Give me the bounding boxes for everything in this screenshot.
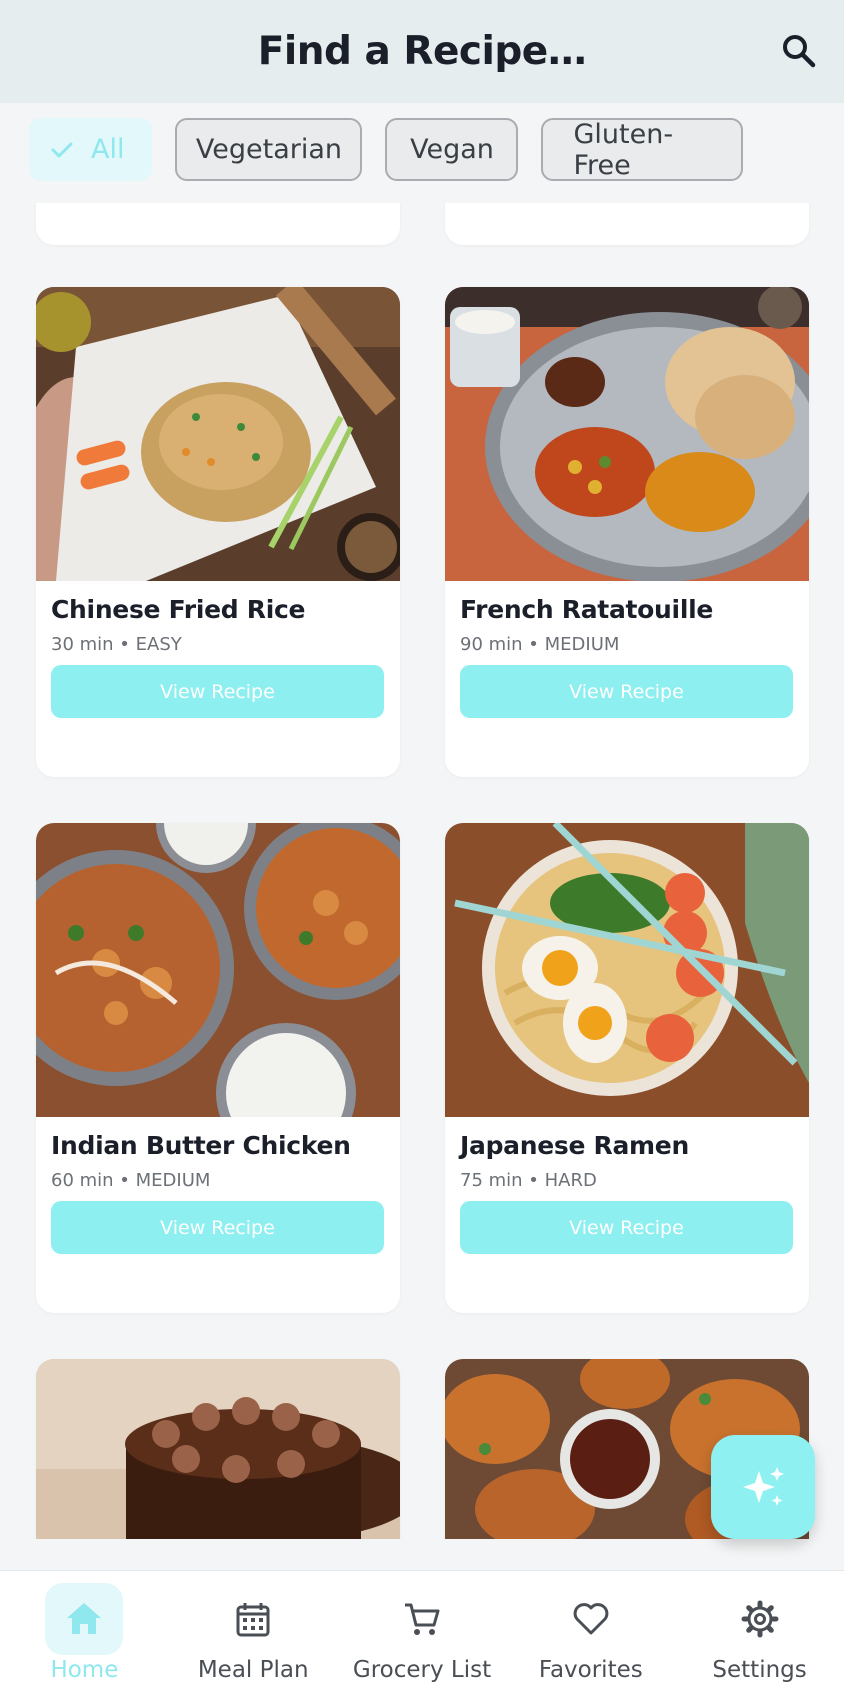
recipe-title: French Ratatouille: [460, 595, 714, 624]
heart-icon: [573, 1603, 609, 1635]
filter-chip-label: Vegan: [410, 134, 494, 165]
sparkles-icon: [743, 1467, 784, 1506]
butter-chicken-image: [36, 823, 400, 1117]
filter-chip-all[interactable]: All: [29, 118, 153, 181]
ai-suggest-button[interactable]: [711, 1435, 815, 1539]
app-header: Find a Recipe…: [0, 0, 844, 103]
filter-chip-label: Vegetarian: [195, 134, 343, 165]
cart-icon: [404, 1603, 440, 1635]
nav-label: Home: [50, 1657, 119, 1683]
filter-chip-label: Gluten-Free: [573, 118, 674, 181]
nav-label: Settings: [712, 1657, 807, 1683]
recipe-card[interactable]: French Ratatouille 90 min • MEDIUM View …: [445, 287, 809, 777]
view-recipe-button[interactable]: View Recipe: [460, 665, 793, 718]
nav-home[interactable]: Home: [0, 1571, 169, 1696]
recipe-meta: 90 min • MEDIUM: [460, 634, 620, 655]
search-button[interactable]: [776, 28, 822, 74]
nav-label: Meal Plan: [197, 1657, 309, 1683]
recipe-card[interactable]: Japanese Ramen 75 min • HARD View Recipe: [445, 823, 809, 1313]
ramen-image: [445, 823, 809, 1117]
nav-label: Favorites: [538, 1657, 643, 1683]
filter-chip-vegetarian[interactable]: Vegetarian: [175, 118, 363, 181]
fried-rice-image: [36, 287, 400, 581]
recipe-card[interactable]: Chinese Fried Rice 30 min • EASY View Re…: [36, 287, 400, 777]
bottom-nav: Home Meal Plan Grocery List Favorites Se…: [0, 1570, 844, 1696]
chocolate-cake-image: [36, 1359, 400, 1539]
recipe-card-partial[interactable]: [445, 203, 809, 245]
nav-grocery-list[interactable]: Grocery List: [338, 1571, 507, 1696]
recipe-title: Chinese Fried Rice: [51, 595, 306, 624]
nav-favorites[interactable]: Favorites: [506, 1571, 675, 1696]
recipe-title: Japanese Ramen: [460, 1131, 689, 1160]
filter-chip-gluten-free[interactable]: Gluten-Free: [541, 118, 744, 181]
recipe-grid[interactable]: Chinese Fried Rice 30 min • EASY View Re…: [0, 203, 844, 1539]
recipe-card[interactable]: Indian Butter Chicken 60 min • MEDIUM Vi…: [36, 823, 400, 1313]
recipe-title: Indian Butter Chicken: [51, 1131, 351, 1160]
view-recipe-button[interactable]: View Recipe: [51, 1201, 384, 1254]
recipe-meta: 30 min • EASY: [51, 634, 182, 655]
gear-icon: [741, 1600, 779, 1638]
filter-chip-label: All: [91, 134, 125, 165]
home-icon: [67, 1603, 102, 1634]
check-icon: [51, 142, 73, 157]
thali-plate-image: [445, 287, 809, 581]
filter-chips: All Vegetarian Vegan Gluten-Free: [0, 103, 844, 203]
nav-settings[interactable]: Settings: [675, 1571, 844, 1696]
recipe-meta: 60 min • MEDIUM: [51, 1170, 211, 1191]
view-recipe-button[interactable]: View Recipe: [51, 665, 384, 718]
recipe-card-partial[interactable]: [36, 203, 400, 245]
recipe-meta: 75 min • HARD: [460, 1170, 597, 1191]
search-icon: [783, 35, 816, 68]
nav-meal-plan[interactable]: Meal Plan: [169, 1571, 338, 1696]
calendar-icon: [236, 1603, 270, 1637]
page-title: Find a Recipe…: [257, 29, 587, 74]
view-recipe-button[interactable]: View Recipe: [460, 1201, 793, 1254]
recipe-card-partial[interactable]: [36, 1359, 400, 1539]
nav-label: Grocery List: [352, 1657, 492, 1683]
filter-chip-vegan[interactable]: Vegan: [385, 118, 519, 181]
